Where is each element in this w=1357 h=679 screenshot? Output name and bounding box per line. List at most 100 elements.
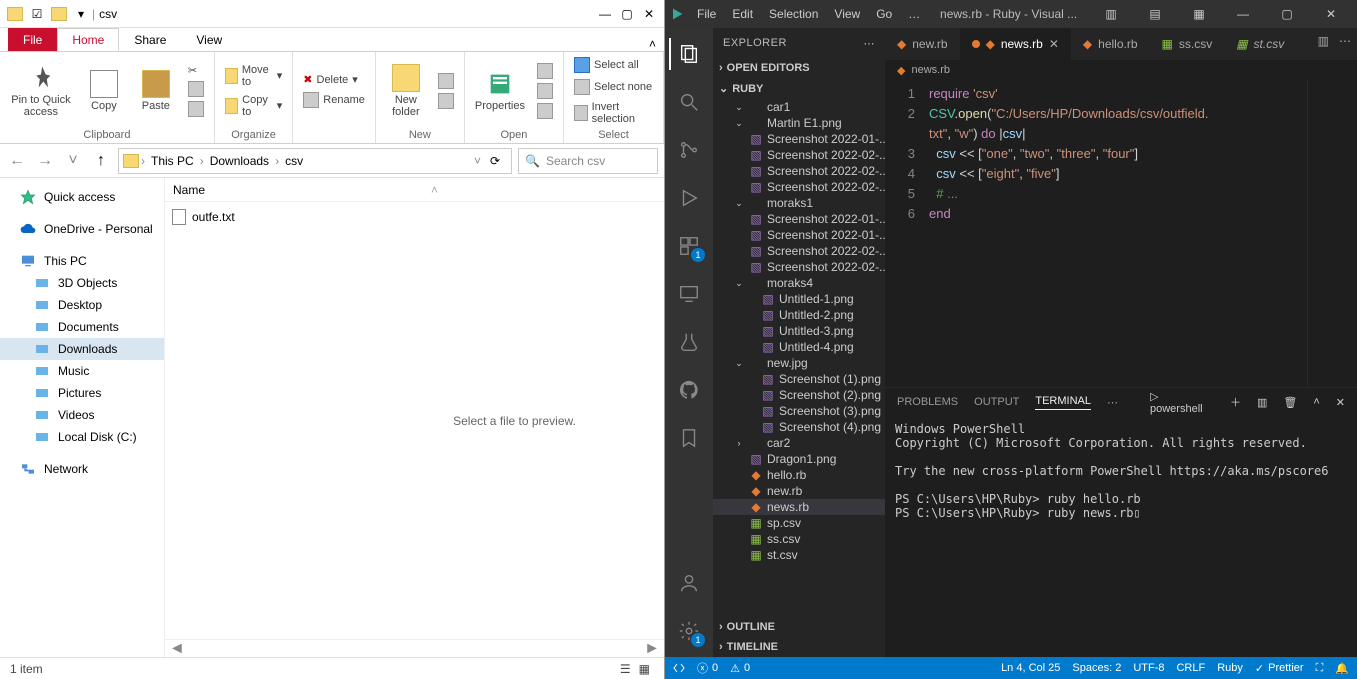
tree-node[interactable]: ▧Screenshot 2022-01-...	[713, 131, 885, 147]
navigation-pane[interactable]: Quick accessOneDrive - PersonalThis PC3D…	[0, 178, 165, 657]
delete-button[interactable]: ✖Delete▾	[299, 72, 362, 87]
tree-node[interactable]: ▧Screenshot 2022-02-...	[713, 243, 885, 259]
select-none-button[interactable]: Select none	[570, 78, 656, 96]
editor-tab[interactable]: ◆new.rb	[885, 28, 960, 60]
feedback-icon[interactable]: ⛶	[1316, 662, 1324, 675]
tree-node[interactable]: ▦sp.csv	[713, 515, 885, 531]
menu-go[interactable]: Go	[870, 7, 898, 21]
minimize-button[interactable]: —	[596, 5, 614, 23]
vsc-titlebar[interactable]: File Edit Selection View Go … news.rb - …	[665, 0, 1357, 28]
cut-button[interactable]: ✂	[184, 63, 208, 78]
file-list[interactable]: outfe.txt	[165, 202, 365, 639]
nav-item[interactable]: Documents	[0, 316, 164, 338]
explorer-icon[interactable]	[669, 34, 709, 74]
ribbon-collapse-icon[interactable]: ˄	[641, 37, 664, 51]
nav-item[interactable]: This PC	[0, 250, 164, 272]
account-icon[interactable]	[669, 563, 709, 603]
editor-tab[interactable]: ◆news.rb✕	[960, 28, 1071, 60]
close-panel-icon[interactable]: ✕	[1336, 396, 1345, 409]
back-button[interactable]: ←	[6, 150, 28, 172]
new-folder-button[interactable]: New folder	[382, 62, 430, 120]
tree-node[interactable]: ⌄new.jpg	[713, 355, 885, 371]
code-content[interactable]: require 'csv'CSV.open("C:/Users/HP/Downl…	[925, 80, 1307, 387]
nav-item[interactable]: 3D Objects	[0, 272, 164, 294]
prettier-status[interactable]: ✓ Prettier	[1255, 662, 1304, 675]
tree-node[interactable]: ▧Untitled-1.png	[713, 291, 885, 307]
remote-indicator[interactable]	[673, 662, 685, 674]
tab-view[interactable]: View	[181, 28, 237, 51]
maximize-button[interactable]: ▢	[618, 5, 636, 23]
col-name[interactable]: Name	[173, 183, 205, 197]
tree-node[interactable]: ◆news.rb	[713, 499, 885, 515]
tab-terminal[interactable]: TERMINAL	[1035, 395, 1091, 410]
split-terminal-icon[interactable]: ▥	[1257, 396, 1267, 409]
horizontal-scrollbar[interactable]: ◄►	[165, 639, 664, 657]
tree-node[interactable]: ▧Screenshot 2022-02-...	[713, 163, 885, 179]
editor-tab[interactable]: ◆hello.rb	[1071, 28, 1150, 60]
tree-node[interactable]: ▧Untitled-4.png	[713, 339, 885, 355]
select-all-button[interactable]: Select all	[570, 56, 643, 74]
tree-node[interactable]: ▧Screenshot 2022-01-...	[713, 227, 885, 243]
tab-file[interactable]: File	[8, 28, 57, 51]
pin-quick-access-button[interactable]: Pin to Quick access	[6, 62, 76, 120]
up-button[interactable]: ↑	[90, 150, 112, 172]
layout-icon[interactable]: ▤	[1135, 7, 1175, 21]
nav-item[interactable]: Desktop	[0, 294, 164, 316]
tab-output[interactable]: OUTPUT	[974, 396, 1019, 408]
refresh-button[interactable]: ⟳	[483, 150, 507, 172]
rename-button[interactable]: Rename	[299, 91, 369, 109]
encoding[interactable]: UTF-8	[1133, 662, 1164, 674]
tree-node[interactable]: ▧Screenshot 2022-02-...	[713, 259, 885, 275]
more-icon[interactable]: ⋯	[1339, 34, 1351, 48]
tree-node[interactable]: ▧Screenshot (2).png	[713, 387, 885, 403]
fe-titlebar[interactable]: ☑ ▾ | csv — ▢ ✕	[0, 0, 664, 28]
warnings-indicator[interactable]: ⚠ 0	[730, 662, 750, 675]
cursor-position[interactable]: Ln 4, Col 25	[1001, 662, 1060, 674]
tree-node[interactable]: ⌄moraks1	[713, 195, 885, 211]
properties-button[interactable]: Properties	[471, 68, 529, 114]
moveto-button[interactable]: Move to▾	[221, 63, 286, 89]
tree-node[interactable]: ⌄Martin E1.png	[713, 115, 885, 131]
menu-selection[interactable]: Selection	[763, 7, 824, 21]
nav-item[interactable]: Network	[0, 458, 164, 480]
tree-node[interactable]: ⌄car1	[713, 99, 885, 115]
nav-item[interactable]: Pictures	[0, 382, 164, 404]
tree-node[interactable]: ▧Screenshot 2022-02-...	[713, 147, 885, 163]
menu-edit[interactable]: Edit	[726, 7, 759, 21]
menu-more[interactable]: …	[902, 7, 926, 21]
icons-view-icon[interactable]: ▦	[635, 662, 654, 676]
tab-share[interactable]: Share	[119, 28, 181, 51]
tree-node[interactable]: ▧Dragon1.png	[713, 451, 885, 467]
file-tree[interactable]: ⌄car1⌄Martin E1.png▧Screenshot 2022-01-.…	[713, 99, 885, 617]
tree-node[interactable]: ▧Untitled-3.png	[713, 323, 885, 339]
search-input[interactable]: 🔍 Search csv	[518, 148, 658, 174]
extensions-icon[interactable]: 1	[669, 226, 709, 266]
new-item-button[interactable]	[434, 72, 458, 90]
terminal[interactable]: Windows PowerShell Copyright (C) Microso…	[885, 416, 1357, 657]
remote-icon[interactable]	[669, 274, 709, 314]
errors-indicator[interactable]: ⓧ 0	[697, 660, 718, 676]
nav-item[interactable]: Music	[0, 360, 164, 382]
address-bar[interactable]: › This PC› Downloads› csv ˅ ⟳	[118, 148, 512, 174]
copyto-button[interactable]: Copy to▾	[221, 93, 286, 119]
nav-item[interactable]: OneDrive - Personal	[0, 218, 164, 240]
bookmark-icon[interactable]	[669, 418, 709, 458]
minimize-button[interactable]: —	[1223, 7, 1263, 21]
section-timeline[interactable]: ›TIMELINE	[713, 639, 885, 655]
search-icon[interactable]	[669, 82, 709, 122]
tree-node[interactable]: ▦st.csv	[713, 547, 885, 563]
tree-node[interactable]: ›car2	[713, 435, 885, 451]
tree-node[interactable]: ⌄moraks4	[713, 275, 885, 291]
more-icon[interactable]: ⋯	[864, 37, 876, 50]
edit-button[interactable]	[533, 82, 557, 100]
tree-node[interactable]: ▧Screenshot 2022-02-...	[713, 179, 885, 195]
tree-node[interactable]: ◆new.rb	[713, 483, 885, 499]
close-button[interactable]: ✕	[640, 5, 658, 23]
scm-icon[interactable]	[669, 130, 709, 170]
editor-tabs[interactable]: ◆new.rb◆news.rb✕◆hello.rb▦ss.csv▦st.csv …	[885, 28, 1357, 60]
nav-item[interactable]: Videos	[0, 404, 164, 426]
forward-button[interactable]: →	[34, 150, 56, 172]
open-button[interactable]	[533, 62, 557, 80]
paste-shortcut-button[interactable]	[184, 100, 208, 118]
code-editor[interactable]: 12 3456 require 'csv'CSV.open("C:/Users/…	[885, 80, 1357, 387]
